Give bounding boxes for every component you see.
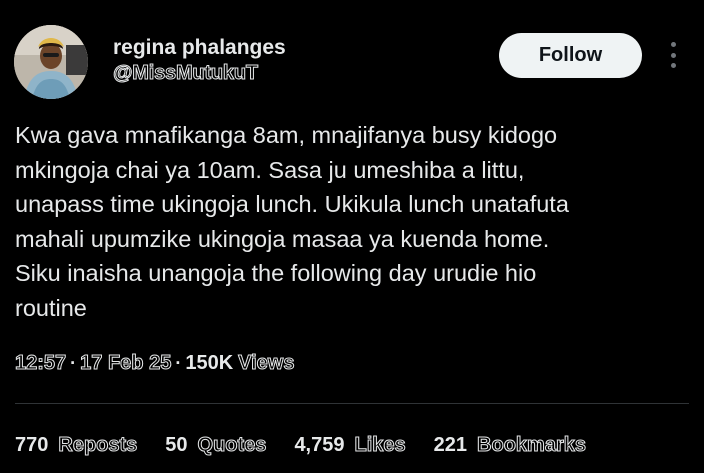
stat-count: 770 bbox=[15, 434, 49, 456]
stat-bookmarks[interactable]: 221 Bookmarks bbox=[433, 434, 587, 457]
meta-separator: · bbox=[175, 353, 182, 373]
follow-button[interactable]: Follow bbox=[499, 33, 642, 78]
author-display-name[interactable]: regina phalanges bbox=[113, 36, 286, 60]
tweet-text-line: unapass time ukingoja lunch. Ukikula lun… bbox=[15, 191, 569, 217]
stat-label: Quotes bbox=[197, 434, 267, 457]
stat-count: 50 bbox=[165, 434, 188, 456]
stat-likes[interactable]: 4,759 Likes bbox=[294, 434, 406, 457]
tweet-text-line: Siku inaisha unangoja the following day … bbox=[15, 260, 537, 286]
more-dot bbox=[670, 42, 676, 47]
author-handle[interactable]: @MissMutukuT bbox=[113, 62, 259, 85]
tweet-text-line: mkingoja chai ya 10am. Sasa ju umeshiba … bbox=[15, 156, 525, 183]
meta-separator: · bbox=[70, 353, 77, 373]
tweet-text: Kwa gava mnafikanga 8am, mnajifanya busy… bbox=[15, 118, 695, 325]
stat-count: 221 bbox=[433, 434, 468, 456]
tweet-time[interactable]: 12:57 bbox=[14, 352, 66, 375]
engagement-stats: 770 Reposts 50 Quotes 4,759 Likes 221 Bo… bbox=[15, 434, 614, 457]
avatar[interactable] bbox=[14, 25, 88, 99]
more-vertical-icon[interactable] bbox=[663, 42, 683, 68]
tweet-date[interactable]: 17 Feb 25 bbox=[80, 352, 172, 375]
views-label[interactable]: Views bbox=[238, 352, 295, 375]
tweet-text-line: routine bbox=[15, 294, 87, 321]
tweet-text-line: Kwa gava mnafikanga 8am, mnajifanya busy… bbox=[15, 122, 558, 148]
stat-label: Reposts bbox=[58, 434, 138, 457]
more-dot bbox=[670, 63, 676, 68]
avatar-image bbox=[14, 25, 88, 99]
stat-label: Bookmarks bbox=[477, 434, 587, 457]
tweet-meta: 12:57 · 17 Feb 25 · 150K Views bbox=[14, 352, 295, 375]
more-dot bbox=[670, 52, 676, 58]
stat-quotes[interactable]: 50 Quotes bbox=[165, 434, 267, 457]
views-count: 150K bbox=[185, 352, 234, 374]
tweet-text-line: mahali upumzike ukingoja masaa ya kuenda… bbox=[15, 225, 550, 252]
stat-count: 4,759 bbox=[294, 434, 345, 456]
tweet-card: regina phalanges @MissMutukuT Follow Kwa… bbox=[0, 0, 704, 473]
stat-label: Likes bbox=[354, 434, 406, 457]
divider bbox=[15, 403, 689, 404]
stat-reposts[interactable]: 770 Reposts bbox=[15, 434, 138, 457]
